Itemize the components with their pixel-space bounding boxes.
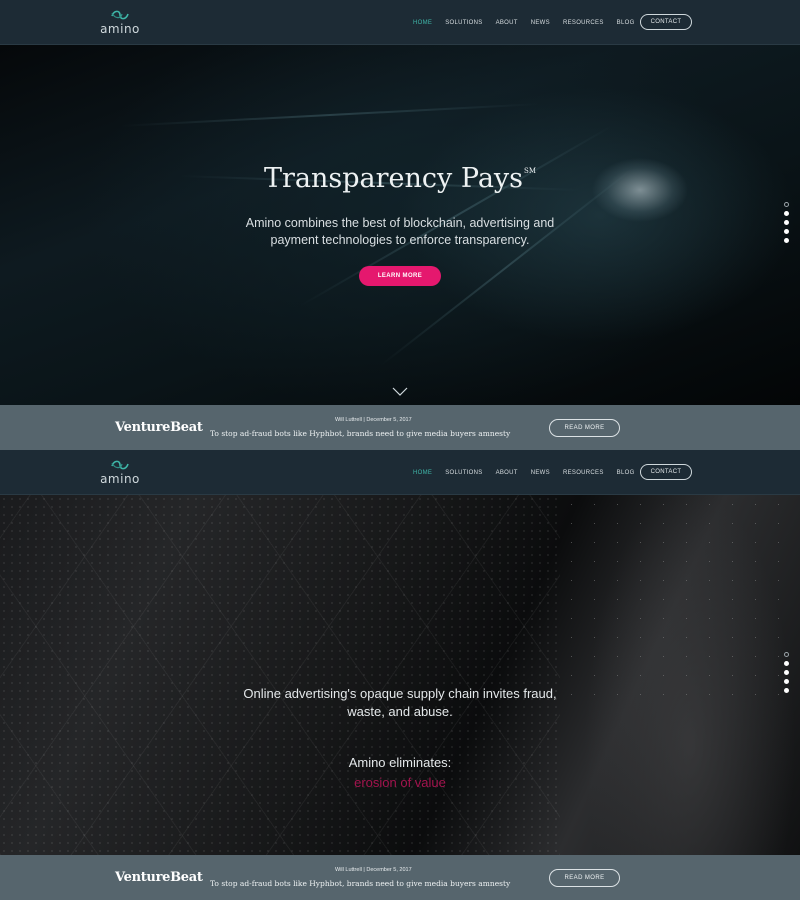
slide-dot[interactable] (784, 688, 789, 693)
logo[interactable]: amino (100, 458, 140, 488)
rotating-value-text: erosion of value (354, 775, 446, 790)
nav-resources[interactable]: RESOURCES (563, 20, 604, 26)
service-mark: SM (524, 167, 536, 175)
hero-section: Online advertising's opaque supply chain… (0, 495, 800, 855)
slide-dot[interactable] (784, 229, 789, 234)
main-nav: HOME SOLUTIONS ABOUT NEWS RESOURCES BLOG (413, 450, 648, 495)
news-meta: Will Luttrell | December 5, 2017 (335, 867, 412, 873)
nav-news[interactable]: NEWS (531, 470, 550, 476)
slide-dot[interactable] (784, 202, 789, 207)
news-headline[interactable]: To stop ad-fraud bots like Hyphbot, bran… (210, 879, 510, 888)
news-bar: VentureBeat Will Luttrell | December 5, … (0, 855, 800, 900)
slide-dots (784, 652, 792, 697)
slide-dot[interactable] (784, 670, 789, 675)
slide-dot[interactable] (784, 211, 789, 216)
architecture-background-image (0, 495, 800, 855)
nav-news[interactable]: NEWS (531, 20, 550, 26)
nav-resources[interactable]: RESOURCES (563, 470, 604, 476)
slide-dot[interactable] (784, 679, 789, 684)
hero-subtitle: Amino combines the best of blockchain, a… (245, 216, 555, 247)
chevron-down-icon[interactable] (392, 387, 408, 396)
logo[interactable]: amino (100, 8, 140, 38)
nav-blog[interactable]: BLOG (617, 470, 635, 476)
nav-blog[interactable]: BLOG (617, 20, 635, 26)
venturebeat-logo: VentureBeat (115, 420, 203, 435)
news-bar: VentureBeat Will Luttrell | December 5, … (0, 405, 800, 450)
learn-more-button[interactable]: LEARN MORE (359, 266, 441, 286)
amino-logo-icon (111, 460, 129, 470)
nav-solutions[interactable]: SOLUTIONS (445, 470, 482, 476)
contact-button[interactable]: CONTACT (640, 14, 692, 30)
contact-button[interactable]: CONTACT (640, 464, 692, 480)
logo-text: amino (100, 22, 140, 36)
nav-home[interactable]: HOME (413, 470, 432, 476)
site-header: amino HOME SOLUTIONS ABOUT NEWS RESOURCE… (0, 450, 800, 495)
starfield (560, 495, 800, 705)
screen-transparency: amino HOME SOLUTIONS ABOUT NEWS RESOURCE… (0, 0, 800, 450)
hero-title: Transparency PaysSM (0, 163, 800, 194)
slide-dot[interactable] (784, 652, 789, 657)
perforated-panel-pattern (0, 495, 560, 855)
hero-section: Transparency PaysSM Amino combines the b… (0, 45, 800, 405)
slide-dot[interactable] (784, 661, 789, 666)
slide-dot[interactable] (784, 238, 789, 243)
slide-dots (784, 202, 792, 247)
nav-about[interactable]: ABOUT (496, 20, 518, 26)
news-headline[interactable]: To stop ad-fraud bots like Hyphbot, bran… (210, 429, 510, 438)
nav-about[interactable]: ABOUT (496, 470, 518, 476)
slide-dot[interactable] (784, 220, 789, 225)
hero-title-text: Transparency Pays (264, 163, 524, 194)
read-more-button[interactable]: READ MORE (549, 419, 620, 437)
eliminates-label: Amino eliminates: (348, 755, 452, 770)
news-meta: Will Luttrell | December 5, 2017 (335, 417, 412, 423)
venturebeat-logo: VentureBeat (115, 870, 203, 885)
read-more-button[interactable]: READ MORE (549, 869, 620, 887)
screen-supply-chain: amino HOME SOLUTIONS ABOUT NEWS RESOURCE… (0, 450, 800, 900)
logo-text: amino (100, 472, 140, 486)
amino-logo-icon (111, 10, 129, 20)
site-header: amino HOME SOLUTIONS ABOUT NEWS RESOURCE… (0, 0, 800, 45)
supply-chain-text: Online advertising's opaque supply chain… (243, 686, 557, 719)
nav-home[interactable]: HOME (413, 20, 432, 26)
nav-solutions[interactable]: SOLUTIONS (445, 20, 482, 26)
main-nav: HOME SOLUTIONS ABOUT NEWS RESOURCES BLOG (413, 0, 648, 45)
